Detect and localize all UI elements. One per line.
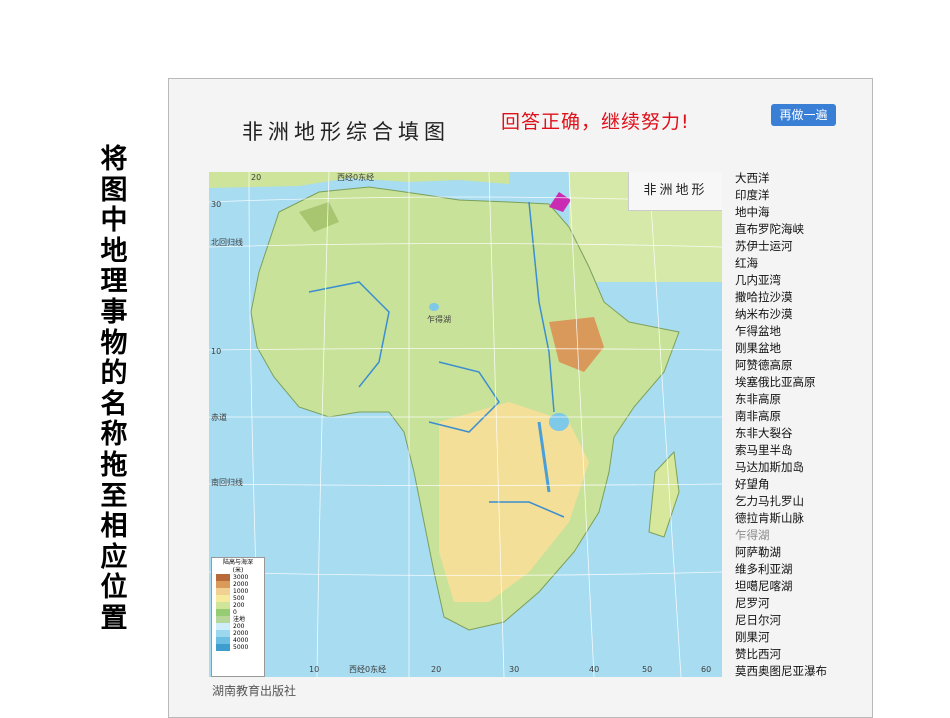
africa-terrain-map[interactable]: 20 西经0东经 30 北回归线 赤道 南回归线 10 20 30 10 西经0…: [209, 172, 722, 677]
lake-chad-label: 乍得湖: [427, 314, 451, 324]
draggable-name[interactable]: 坦噶尼喀湖: [735, 578, 827, 595]
draggable-name[interactable]: 直布罗陀海峡: [735, 221, 827, 238]
map-title: 非洲地形: [628, 172, 722, 211]
legend-value: 200: [233, 602, 245, 609]
legend-row: 2000: [212, 581, 264, 588]
legend-swatch: [216, 644, 230, 651]
draggable-name[interactable]: 南非高原: [735, 408, 827, 425]
lake-victoria: [549, 413, 569, 431]
legend-row: 500: [212, 595, 264, 602]
lon-tick: 60: [701, 665, 711, 674]
legend-value: 500: [233, 595, 245, 602]
legend-swatch: [216, 616, 230, 623]
legend-swatch: [216, 581, 230, 588]
draggable-name[interactable]: 大西洋: [735, 170, 827, 187]
graticule-label: 西经0东经: [349, 664, 386, 674]
instruction-text: 将图中地理事物的名称拖至相应位置: [100, 144, 128, 634]
legend-row: 洼地: [212, 616, 264, 623]
lon-tick: 30: [509, 665, 519, 674]
draggable-name[interactable]: 几内亚湾: [735, 272, 827, 289]
legend-value: 200: [233, 623, 245, 630]
legend-value: 2000: [233, 630, 249, 637]
draggable-name[interactable]: 乞力马扎罗山: [735, 493, 827, 510]
draggable-name[interactable]: 东非大裂谷: [735, 425, 827, 442]
map-canvas: 20 西经0东经 30 北回归线 赤道 南回归线 10 20 30 10 西经0…: [209, 172, 722, 677]
redo-button[interactable]: 再做一遍: [771, 104, 836, 126]
legend-swatch: [216, 574, 230, 581]
legend-swatch: [216, 588, 230, 595]
legend-row: 2000: [212, 630, 264, 637]
lat-tick: 30: [211, 200, 221, 209]
legend-row: 3000: [212, 574, 264, 581]
legend-value: 1000: [233, 588, 249, 595]
legend-value: 2000: [233, 581, 249, 588]
lake-chad: [429, 303, 439, 311]
legend-row: 1000: [212, 588, 264, 595]
draggable-name[interactable]: 刚果盆地: [735, 340, 827, 357]
draggable-name[interactable]: 好望角: [735, 476, 827, 493]
legend-lowland: 洼地: [233, 616, 246, 623]
legend-row: 4000: [212, 637, 264, 644]
draggable-name[interactable]: 纳米布沙漠: [735, 306, 827, 323]
draggable-name[interactable]: 乍得盆地: [735, 323, 827, 340]
draggable-name[interactable]: 刚果河: [735, 629, 827, 646]
lon-tick: 50: [642, 665, 652, 674]
draggable-name[interactable]: 尼日尔河: [735, 612, 827, 629]
draggable-name[interactable]: 红海: [735, 255, 827, 272]
legend-value: 5000: [233, 644, 249, 651]
draggable-name[interactable]: 尼罗河: [735, 595, 827, 612]
graticule-label: 赤道: [211, 412, 227, 422]
graticule-label: 西经0东经: [337, 172, 374, 182]
lat-tick: 10: [211, 347, 221, 356]
draggable-name[interactable]: 地中海: [735, 204, 827, 221]
legend-row: 0: [212, 609, 264, 616]
draggable-name[interactable]: 苏伊士运河: [735, 238, 827, 255]
lon-tick: 20: [431, 665, 441, 674]
draggable-name[interactable]: 莫西奥图尼亚瀑布: [735, 663, 827, 680]
page-title: 非洲地形综合填图: [242, 120, 450, 144]
legend-row: 200: [212, 602, 264, 609]
draggable-name-list: 大西洋 印度洋 地中海 直布罗陀海峡 苏伊士运河 红海 几内亚湾 撒哈拉沙漠 纳…: [735, 170, 827, 680]
draggable-name-placed[interactable]: 乍得湖: [735, 527, 827, 544]
legend-swatch: [216, 630, 230, 637]
legend-swatch: [216, 595, 230, 602]
draggable-name[interactable]: 马达加斯加岛: [735, 459, 827, 476]
draggable-name[interactable]: 撒哈拉沙漠: [735, 289, 827, 306]
legend-unit: (米): [232, 567, 244, 574]
legend-row: 200: [212, 623, 264, 630]
draggable-name[interactable]: 赞比西河: [735, 646, 827, 663]
draggable-name[interactable]: 东非高原: [735, 391, 827, 408]
lon-tick: 10: [309, 665, 319, 674]
draggable-name[interactable]: 德拉肯斯山脉: [735, 510, 827, 527]
draggable-name[interactable]: 维多利亚湖: [735, 561, 827, 578]
publisher-credit: 湖南教育出版社: [212, 684, 297, 698]
draggable-name[interactable]: 阿萨勒湖: [735, 544, 827, 561]
legend-value: 4000: [233, 637, 249, 644]
legend-swatch: [216, 623, 230, 630]
draggable-name[interactable]: 埃塞俄比亚高原: [735, 374, 827, 391]
feedback-message: 回答正确，继续努力!: [501, 111, 690, 133]
legend-row: 5000: [212, 644, 264, 651]
legend-value: 0: [233, 609, 237, 616]
graticule-label: 北回归线: [211, 237, 243, 247]
draggable-name[interactable]: 印度洋: [735, 187, 827, 204]
lon-tick: 40: [589, 665, 599, 674]
legend-swatch: [216, 602, 230, 609]
legend-swatch: [216, 609, 230, 616]
draggable-name[interactable]: 索马里半岛: [735, 442, 827, 459]
legend-value: 3000: [233, 574, 249, 581]
exercise-panel: 非洲地形综合填图 回答正确，继续努力! 再做一遍 20 西经0东经 30 北回归…: [168, 78, 873, 718]
legend-swatch: [216, 637, 230, 644]
lon-tick: 20: [251, 173, 261, 182]
legend-title: 陆高与海深: [222, 559, 253, 566]
draggable-name[interactable]: 阿赞德高原: [735, 357, 827, 374]
elevation-legend: 陆高与海深 (米) 3000 2000 1000 500 200 0 洼地 20…: [211, 557, 265, 677]
graticule-label: 南回归线: [211, 477, 243, 487]
